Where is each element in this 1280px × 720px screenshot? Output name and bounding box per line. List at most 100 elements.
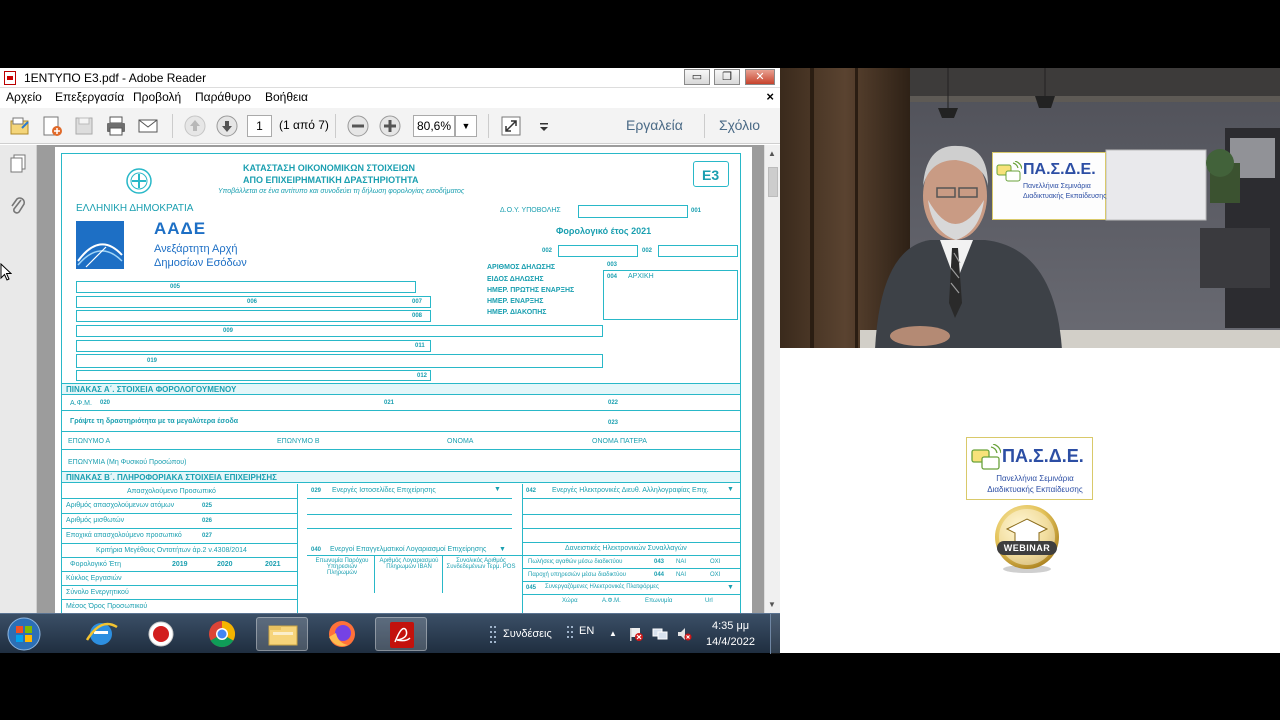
restore-button[interactable]: ❐ — [714, 69, 740, 85]
payment-no-1[interactable]: ΟΧΙ — [710, 559, 720, 565]
code-021: 021 — [384, 400, 395, 406]
payment-row-2: Παροχή υπηρεσιών μέσω διαδικτύου — [528, 572, 627, 578]
zoom-in-icon[interactable] — [378, 114, 402, 138]
websites-header: Ενεργές Ιστοσελίδες Επιχείρησης — [332, 487, 436, 494]
adobe-reader-taskbar-icon[interactable] — [375, 617, 427, 651]
pos-col-3: Συνολικός Αριθμός Συνδεδεμένων Τερμ. POS — [446, 558, 516, 570]
scroll-thumb[interactable] — [768, 167, 778, 197]
rule — [307, 528, 512, 529]
menu-view[interactable]: Προβολή — [133, 90, 181, 104]
tray-expand-icon[interactable]: ▲ — [609, 629, 617, 638]
decl-no-label: ΑΡΙΘΜΟΣ ΔΗΛΩΣΗΣ — [487, 264, 556, 271]
rule — [522, 542, 740, 543]
presenter-webcam: ΠΑ.Σ.Δ.Ε. Πανελλήνια Σεμινάρια Διαδικτυα… — [780, 68, 1280, 348]
einvoice-dropdown-icon[interactable]: ▼ — [727, 486, 734, 493]
websites-dropdown-icon[interactable]: ▼ — [494, 486, 501, 493]
close-window-button[interactable]: ✕ — [745, 69, 775, 85]
code-008: 008 — [412, 313, 423, 319]
row-005 — [76, 281, 416, 293]
file-explorer-icon[interactable] — [256, 617, 308, 651]
dates-block[interactable] — [603, 270, 738, 320]
webinar-badge: WEBINAR — [991, 503, 1063, 575]
scroll-up-icon[interactable]: ▲ — [768, 149, 776, 158]
row-009 — [76, 325, 603, 337]
tools-pane-button[interactable]: Εργαλεία — [626, 117, 683, 133]
zoom-out-icon[interactable] — [346, 114, 370, 138]
pos-dropdown-icon[interactable]: ▼ — [499, 546, 506, 553]
year-field-2[interactable] — [658, 245, 738, 257]
pos-col-1: Επωνυμία Παρόχου Υπηρεσιών Πληρωμών — [315, 558, 369, 576]
zoom-level-input[interactable]: 80,6% — [413, 115, 455, 137]
page-number-input[interactable]: 1 — [247, 115, 272, 137]
next-page-icon[interactable] — [215, 114, 239, 138]
window-title: 1ΕΝΤΥΠΟ Ε3.pdf - Adobe Reader — [24, 71, 207, 85]
show-desktop-button[interactable] — [770, 614, 780, 654]
size-row-2: Σύνολο Ενεργητικού — [66, 589, 129, 596]
minimize-button[interactable]: ▭ — [684, 69, 710, 85]
staff-row-3: Εποχικά απασχολούμενο προσωπικό — [66, 532, 182, 539]
recorder-app-icon[interactable] — [135, 617, 187, 651]
page-thumbnails-icon[interactable] — [9, 154, 27, 174]
menu-file[interactable]: Αρχείο — [6, 90, 42, 104]
menu-edit[interactable]: Επεξεργασία — [55, 90, 124, 104]
rule — [522, 581, 740, 582]
platform-col-url: Url — [705, 598, 713, 604]
menu-help[interactable]: Βοήθεια — [265, 90, 308, 104]
first-start-label: ΗΜΕΡ. ΠΡΩΤΗΣ ΕΝΑΡΞΗΣ — [487, 287, 575, 294]
create-pdf-icon[interactable] — [40, 114, 64, 138]
vertical-scrollbar[interactable]: ▲ ▼ — [764, 145, 780, 613]
code-025: 025 — [202, 503, 213, 509]
volume-muted-icon[interactable] — [676, 626, 692, 642]
comment-pane-button[interactable]: Σχόλιο — [719, 117, 760, 133]
network-icon[interactable] — [652, 626, 668, 642]
year-2019: 2019 — [172, 561, 188, 568]
republic-label: ΕΛΛΗΝΙΚΗ ΔΗΜΟΚΡΑΤΙΑ — [76, 203, 194, 214]
scroll-down-icon[interactable]: ▼ — [768, 600, 776, 609]
year-field[interactable] — [558, 245, 638, 257]
code-027: 027 — [202, 533, 213, 539]
aade-line2: Δημοσίων Εσόδων — [154, 257, 247, 269]
chat-bubbles-icon — [971, 443, 1002, 472]
greek-emblem-icon — [124, 166, 154, 196]
close-document-button[interactable]: × — [766, 89, 774, 104]
pdf-file-icon — [4, 71, 16, 85]
code-011: 011 — [415, 343, 425, 349]
rule — [62, 557, 297, 558]
doy-field[interactable] — [578, 205, 688, 218]
menu-window[interactable]: Παράθυρο — [195, 90, 251, 104]
rule — [522, 594, 740, 595]
clock-date[interactable]: 14/4/2022 — [706, 636, 755, 648]
rule — [522, 528, 740, 529]
start-button-icon[interactable] — [5, 616, 43, 652]
payment-no-2[interactable]: ΟΧΙ — [710, 572, 720, 578]
payment-yes-1[interactable]: ΝΑΙ — [676, 559, 686, 565]
more-tools-chevron-icon[interactable] — [532, 114, 548, 138]
platforms-dropdown-icon[interactable]: ▼ — [727, 584, 734, 591]
code-043: 043 — [654, 559, 665, 565]
webinar-cap-icon — [995, 505, 1059, 573]
staff-header: Απασχολούμενο Προσωπικό — [127, 488, 216, 495]
fullscreen-icon[interactable] — [499, 114, 523, 138]
size-row-3: Μέσος Όρος Προσωπικού — [66, 603, 148, 610]
internet-explorer-icon[interactable] — [75, 617, 127, 651]
print-icon[interactable] — [104, 114, 128, 138]
payment-yes-2[interactable]: ΝΑΙ — [676, 572, 686, 578]
end-label: ΗΜΕΡ. ΔΙΑΚΟΠΗΣ — [487, 309, 547, 316]
action-center-flag-icon[interactable] — [628, 626, 644, 642]
connections-toolbar[interactable]: Συνδέσεις — [503, 628, 552, 640]
email-icon[interactable] — [136, 114, 160, 138]
tax-year-label: Φορολογικό έτος 2021 — [556, 226, 652, 236]
chrome-icon[interactable] — [196, 617, 248, 651]
save-icon[interactable] — [72, 114, 96, 138]
previous-page-icon[interactable] — [183, 114, 207, 138]
firefox-icon[interactable] — [316, 617, 368, 651]
document-view[interactable]: ΚΑΤΑΣΤΑΣΗ ΟΙΚΟΝΟΜΙΚΩΝ ΣΤΟΙΧΕΙΩΝ ΑΠΟ ΕΠΙΧ… — [37, 145, 764, 613]
windows-taskbar: Συνδέσεις EN ▲ 4:35 μμ 14/4/2022 — [0, 613, 780, 654]
language-indicator[interactable]: EN — [579, 625, 594, 637]
rule — [62, 513, 297, 514]
zoom-dropdown-chevron-icon[interactable]: ▼ — [455, 115, 477, 137]
open-file-icon[interactable] — [8, 114, 32, 138]
row-012 — [76, 370, 431, 381]
clock-time[interactable]: 4:35 μμ — [712, 620, 749, 632]
attachments-paperclip-icon[interactable] — [9, 195, 27, 217]
